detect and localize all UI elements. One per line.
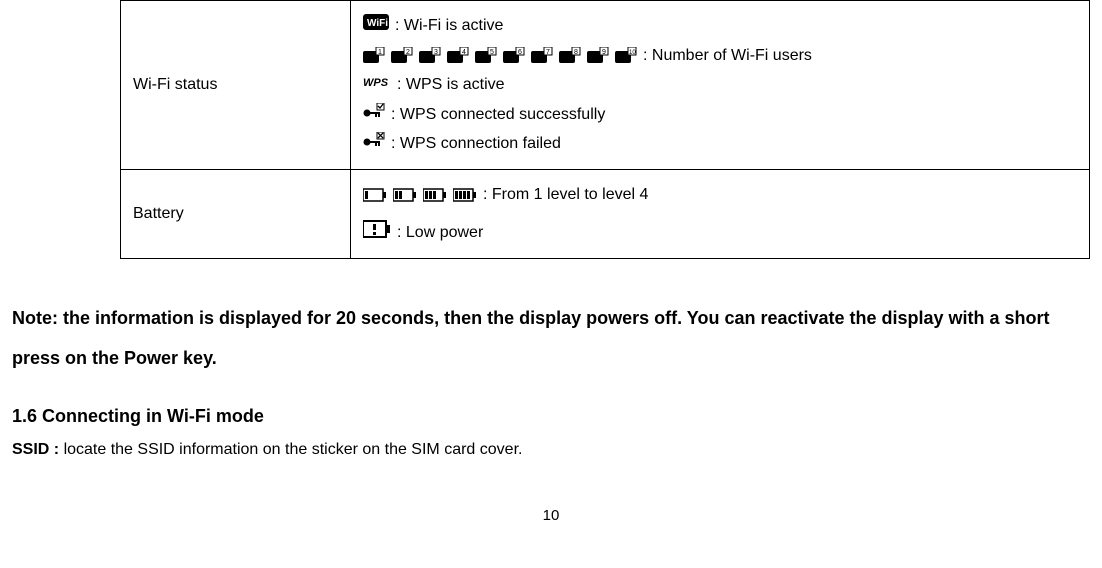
wifi-user-1-icon: 1 (363, 47, 385, 63)
svg-text:10: 10 (629, 50, 636, 56)
ssid-text: locate the SSID information on the stick… (64, 441, 523, 458)
ssid-label: SSID : (12, 441, 64, 458)
svg-text:7: 7 (546, 49, 550, 56)
section-heading: 1.6 Connecting in Wi-Fi mode (10, 406, 1092, 427)
text: : WPS is active (397, 72, 505, 98)
svg-text:6: 6 (518, 49, 522, 56)
status-table: Wi-Fi status WiFi : Wi-Fi is active 1 2 … (120, 0, 1090, 259)
wps-failed-icon (363, 131, 385, 157)
battery-2-icon (393, 188, 417, 202)
wifi-user-5-icon: 5 (475, 47, 497, 63)
battery-1-icon (363, 188, 387, 202)
wifi-active-line: WiFi : Wi-Fi is active (363, 13, 1077, 39)
text: : WPS connected successfully (391, 102, 605, 128)
wifi-user-6-icon: 6 (503, 47, 525, 63)
text: : Low power (397, 220, 483, 246)
wifi-user-2-icon: 2 (391, 47, 413, 63)
battery-low-icon (363, 220, 391, 247)
wps-active-line: WPS : WPS is active (363, 72, 1077, 98)
svg-text:2: 2 (406, 49, 410, 56)
wps-connected-icon (363, 102, 385, 128)
row-content-wifi: WiFi : Wi-Fi is active 1 2 3 4 5 6 7 8 9 (351, 1, 1090, 170)
page-number: 10 (10, 507, 1092, 524)
svg-text:WiFi: WiFi (367, 18, 388, 29)
text: : WPS connection failed (391, 131, 561, 157)
text: : Wi-Fi is active (395, 13, 503, 39)
wps-icon: WPS (363, 72, 391, 98)
note-text: Note: the information is displayed for 2… (10, 299, 1092, 378)
wps-failed-line: : WPS connection failed (363, 131, 1077, 157)
wifi-icon: WiFi (363, 13, 389, 39)
svg-text:8: 8 (574, 49, 578, 56)
wifi-user-4-icon: 4 (447, 47, 469, 63)
svg-text:3: 3 (434, 49, 438, 56)
row-label-battery: Battery (121, 169, 351, 258)
wifi-users-line: 1 2 3 4 5 6 7 8 9 10 : Number of Wi-Fi u… (363, 43, 1077, 69)
table-row: Battery : From 1 level to level 4 : L (121, 169, 1090, 258)
wifi-user-7-icon: 7 (531, 47, 553, 63)
ssid-line: SSID : locate the SSID information on th… (10, 441, 1092, 459)
battery-4-icon (453, 188, 477, 202)
wifi-user-9-icon: 9 (587, 47, 609, 63)
row-content-battery: : From 1 level to level 4 : Low power (351, 169, 1090, 258)
svg-text:9: 9 (602, 49, 606, 56)
wifi-user-10-icon: 10 (615, 47, 637, 63)
table-row: Wi-Fi status WiFi : Wi-Fi is active 1 2 … (121, 1, 1090, 170)
battery-levels-line: : From 1 level to level 4 (363, 182, 1077, 208)
svg-text:5: 5 (490, 49, 494, 56)
battery-3-icon (423, 188, 447, 202)
wifi-user-3-icon: 3 (419, 47, 441, 63)
svg-text:WPS: WPS (363, 77, 389, 89)
text: : From 1 level to level 4 (483, 182, 648, 208)
text: : Number of Wi-Fi users (643, 43, 812, 69)
wifi-user-8-icon: 8 (559, 47, 581, 63)
document-page: Wi-Fi status WiFi : Wi-Fi is active 1 2 … (0, 0, 1102, 524)
svg-text:1: 1 (378, 49, 382, 56)
wifi-user-icons: 1 2 3 4 5 6 7 8 9 10 (363, 47, 637, 63)
row-label-wifi: Wi-Fi status (121, 1, 351, 170)
battery-level-icons (363, 188, 477, 202)
wps-connected-line: : WPS connected successfully (363, 102, 1077, 128)
svg-text:4: 4 (462, 49, 466, 56)
battery-low-line: : Low power (363, 220, 1077, 247)
